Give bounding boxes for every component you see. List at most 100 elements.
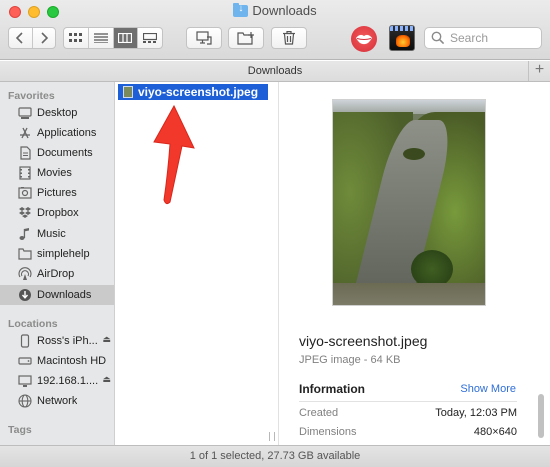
movies-icon: [18, 166, 32, 180]
home-folder-icon: [18, 247, 32, 261]
new-folder-icon: [237, 31, 254, 45]
chevron-left-icon: [16, 32, 23, 44]
photo-shrub-far: [403, 148, 425, 160]
desktop-icon: [18, 106, 32, 120]
column-view-button[interactable]: [113, 28, 139, 48]
sidebar-item-macintosh-hd[interactable]: Macintosh HD: [0, 351, 114, 371]
sidebar-item-label: Applications: [37, 127, 97, 139]
window-toolbar: Downloads: [0, 0, 550, 60]
sidebar-item-network[interactable]: Network: [0, 391, 114, 411]
icon-grid-icon: [68, 33, 82, 42]
sidebar-item-desktop[interactable]: Desktop: [0, 103, 114, 123]
info-key: Created: [299, 407, 339, 419]
sidebar-item-iphone[interactable]: Ross's iPh... ⏏: [0, 331, 114, 351]
divider: [299, 401, 517, 402]
sidebar-item-label: Music: [37, 228, 66, 240]
sidebar-item-network-share[interactable]: 192.168.1.... ⏏: [0, 371, 114, 391]
iphone-icon: [18, 334, 32, 348]
sidebar: Favorites Desktop Applications Documents…: [0, 82, 115, 445]
sidebar-item-label: Desktop: [37, 107, 78, 119]
applications-icon: [18, 126, 32, 140]
info-key: Dimensions: [299, 426, 357, 438]
photo-foreground: [333, 283, 485, 305]
share-screen-button[interactable]: [186, 27, 222, 49]
sidebar-item-label: Downloads: [37, 289, 92, 301]
music-icon: [18, 227, 32, 241]
sidebar-item-label: Network: [37, 395, 78, 407]
dropbox-icon: [18, 206, 32, 220]
sidebar-item-label: Dropbox: [37, 207, 79, 219]
move-to-trash-button[interactable]: [271, 27, 307, 49]
sidebar-item-applications[interactable]: Applications: [0, 123, 114, 143]
red-arrow-annotation: [153, 104, 195, 205]
view-mode-selector: [63, 27, 163, 49]
pictures-icon: [18, 186, 32, 200]
new-tab-button[interactable]: +: [528, 61, 550, 81]
status-bar: 1 of 1 selected, 27.73 GB available: [0, 445, 550, 467]
back-button[interactable]: [9, 28, 33, 48]
sidebar-item-airdrop[interactable]: AirDrop: [0, 264, 114, 284]
preview-scrollbar[interactable]: [538, 394, 544, 438]
window-title: Downloads: [0, 3, 550, 18]
file-row-selected[interactable]: viyo-screenshot.jpeg: [118, 84, 268, 100]
sidebar-item-documents[interactable]: Documents: [0, 143, 114, 163]
airdrop-icon: [18, 267, 32, 281]
sidebar-item-label: Pictures: [37, 187, 77, 199]
sidebar-item-label: Movies: [37, 167, 72, 179]
preview-pane: viyo-screenshot.jpeg JPEG image - 64 KB …: [280, 82, 550, 445]
list-view-button[interactable]: [89, 28, 114, 48]
sidebar-item-pictures[interactable]: Pictures: [0, 183, 114, 203]
locations-header: Locations: [8, 318, 58, 330]
tags-header: Tags: [8, 424, 32, 436]
icon-view-button[interactable]: [64, 28, 89, 48]
file-name: viyo-screenshot.jpeg: [138, 85, 259, 99]
downloads-icon: [18, 288, 32, 302]
gallery-view-button[interactable]: [138, 28, 162, 48]
computer-share-icon: [196, 31, 212, 45]
show-more-link[interactable]: Show More: [460, 383, 516, 395]
search-placeholder: Search: [450, 31, 489, 45]
info-value: 480×640: [473, 426, 517, 438]
new-folder-button[interactable]: [228, 27, 264, 49]
sidebar-item-movies[interactable]: Movies: [0, 163, 114, 183]
documents-icon: [18, 146, 32, 160]
fire-icon: [396, 35, 410, 47]
information-header: Information: [299, 382, 365, 396]
lips-icon: [356, 34, 372, 45]
sidebar-item-label: Ross's iPh...: [37, 335, 98, 347]
chevron-right-icon: [41, 32, 48, 44]
column-resize-handle[interactable]: [269, 432, 275, 441]
window-title-text: Downloads: [252, 3, 317, 18]
navigation-buttons: [8, 27, 56, 49]
tab-bar: Downloads +: [0, 61, 550, 82]
sidebar-item-label: Documents: [37, 147, 93, 159]
sidebar-item-dropbox[interactable]: Dropbox: [0, 203, 114, 223]
forward-button[interactable]: [33, 28, 56, 48]
sidebar-item-label: Macintosh HD: [37, 355, 107, 367]
preview-file-kind: JPEG image - 64 KB: [299, 354, 401, 366]
tab-downloads[interactable]: Downloads: [248, 65, 302, 77]
image-preview: [332, 99, 486, 306]
search-icon: [431, 31, 445, 45]
sidebar-item-simplehelp[interactable]: simplehelp: [0, 244, 114, 264]
eject-icon[interactable]: ⏏: [102, 334, 111, 345]
preview-filename: viyo-screenshot.jpeg: [299, 333, 428, 349]
gallery-icon: [143, 33, 158, 43]
status-text: 1 of 1 selected, 27.73 GB available: [189, 450, 361, 462]
film-strip-icon: [390, 26, 414, 31]
eject-icon[interactable]: ⏏: [102, 374, 111, 385]
downloads-folder-icon: [233, 3, 249, 17]
columns-icon: [118, 33, 133, 43]
image-file-icon: [123, 86, 133, 98]
sidebar-item-label: AirDrop: [37, 268, 75, 280]
sidebar-item-label: simplehelp: [37, 248, 90, 260]
sidebar-item-label: 192.168.1....: [37, 375, 99, 387]
trash-icon: [283, 31, 295, 45]
sidebar-item-downloads[interactable]: Downloads: [0, 285, 114, 305]
video-clip-app-icon[interactable]: [389, 25, 415, 51]
search-field[interactable]: Search: [424, 27, 542, 49]
sidebar-item-music[interactable]: Music: [0, 224, 114, 244]
network-drive-icon: [18, 374, 32, 388]
network-icon: [18, 394, 32, 408]
lips-app-icon[interactable]: [351, 26, 377, 52]
